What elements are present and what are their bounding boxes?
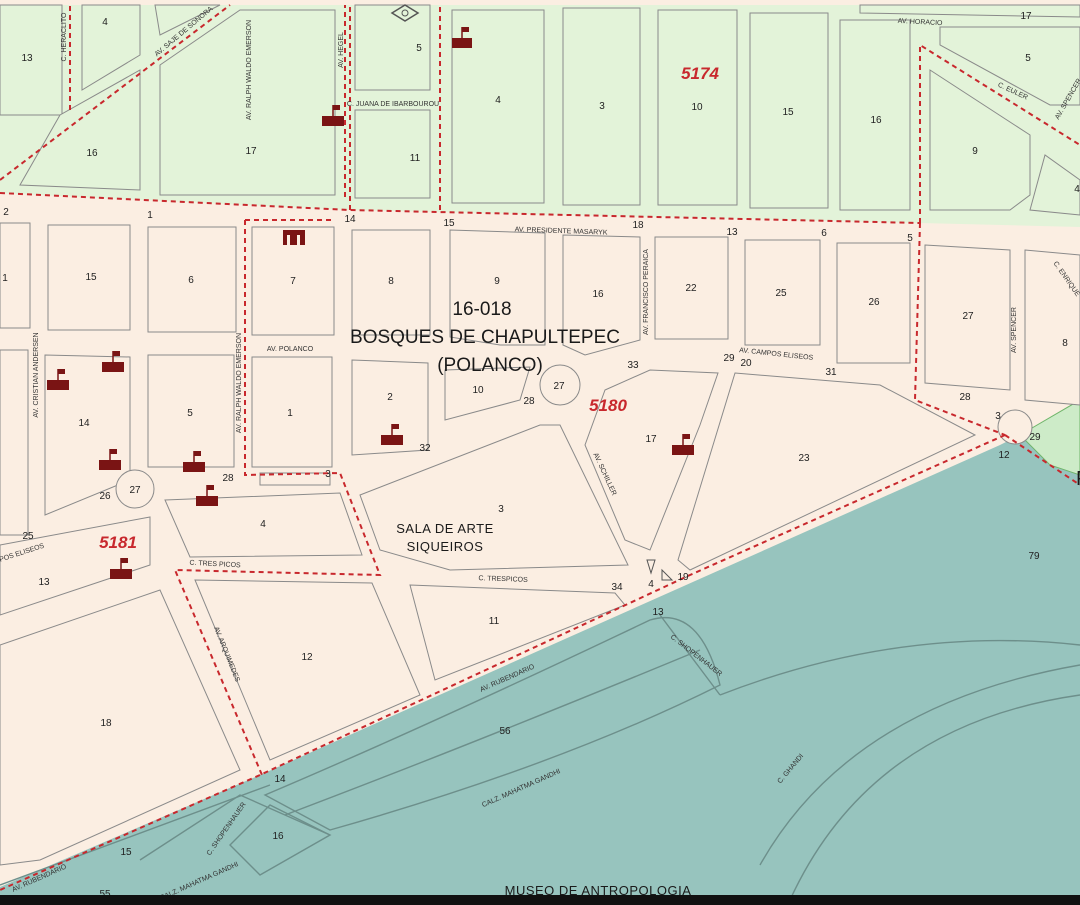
colony-code: 16-018 — [452, 299, 511, 320]
city-map: 13 4 16 17 5 11 4 3 10 15 16 17 5 9 4 1 … — [0, 4, 1080, 902]
street-number: 32 — [419, 443, 431, 454]
block-number: 16 — [86, 148, 98, 159]
street-number: 28 — [222, 473, 234, 484]
block-number: 12 — [301, 652, 313, 663]
street-name: AV. RALPH WALDO EMERSON — [246, 20, 253, 120]
street-number: 14 — [344, 214, 356, 225]
street-number: 15 — [120, 847, 132, 858]
block-number: 23 — [798, 453, 810, 464]
street-number: 15 — [443, 218, 455, 229]
block-number: 17 — [245, 146, 257, 157]
flag-icon — [196, 485, 218, 506]
block-number: 9 — [972, 146, 978, 157]
street-number: 18 — [632, 220, 644, 231]
block-number: 16 — [272, 831, 284, 842]
triangle-marker-icon — [646, 559, 656, 575]
zone-code: 5180 — [589, 396, 627, 415]
block-number: 6 — [188, 275, 194, 286]
block-number: 4 — [260, 519, 266, 530]
colony-name: BOSQUES DE CHAPULTEPEC — [350, 327, 620, 348]
street-number: 26 — [99, 491, 111, 502]
triangle-marker-icon — [661, 568, 674, 581]
zone-code: 5181 — [99, 533, 137, 552]
block-number: 1 — [2, 273, 8, 284]
zone-code: 5174 — [681, 64, 719, 83]
street-name: C. HERACLITO — [61, 12, 68, 61]
street-number: 13 — [652, 607, 664, 618]
block-number: 9 — [494, 276, 500, 287]
street-name: C. JUANA DE IBARBOUROU — [347, 101, 439, 108]
street-name: AV. HEGEL — [338, 32, 345, 68]
street-name: AV. CRISTIAN ANDERSEN — [33, 332, 40, 417]
block-number: 15 — [782, 107, 794, 118]
block-number: 26 — [868, 297, 880, 308]
block-number: 16 — [592, 289, 604, 300]
block-number: 27 — [553, 381, 565, 392]
poi-sala-arte-2: SIQUEIROS — [407, 539, 484, 554]
block-number: 4 — [1074, 184, 1080, 195]
museum-icon — [283, 230, 305, 245]
street-number: 13 — [726, 227, 738, 238]
street-number: 28 — [959, 392, 971, 403]
street-name: AV. SPENCER — [1011, 307, 1018, 353]
block-number: 13 — [21, 53, 33, 64]
colony-subname: (POLANCO) — [437, 355, 543, 376]
block-number: 56 — [499, 726, 511, 737]
block-number: 27 — [129, 485, 141, 496]
street-number: 3 — [995, 411, 1001, 422]
block-number: 2 — [387, 392, 393, 403]
street-number: 1 — [147, 210, 153, 221]
block-number: 5 — [1025, 53, 1031, 64]
block-number: 10 — [472, 385, 484, 396]
street-number: 12 — [998, 450, 1010, 461]
street-number: 5 — [907, 233, 913, 244]
street-number: 2 — [3, 207, 9, 218]
street-name: AV. RALPH WALDO EMERSON — [236, 333, 243, 433]
block-number: 14 — [78, 418, 90, 429]
block-number: 27 — [962, 311, 974, 322]
block-number: 79 — [1028, 551, 1040, 562]
edge-letter: P — [1076, 468, 1080, 490]
street-number: 28 — [523, 396, 535, 407]
block-number: 5 — [416, 43, 422, 54]
block-number: 22 — [685, 283, 697, 294]
street-number: 3 — [325, 469, 331, 480]
block-number: 11 — [410, 153, 421, 164]
block-number: 18 — [100, 718, 112, 729]
street-number: 19 — [677, 572, 689, 583]
street-number: 34 — [611, 582, 623, 593]
street-number: 25 — [22, 531, 34, 542]
block-number: 8 — [388, 276, 394, 287]
street-number: 6 — [821, 228, 827, 239]
block-number: 7 — [290, 276, 296, 287]
street-number: 14 — [274, 774, 286, 785]
block-number: 11 — [489, 616, 500, 627]
block-number: 17 — [1020, 11, 1032, 22]
street-name: AV. POLANCO — [267, 346, 314, 353]
block-number: 4 — [495, 95, 501, 106]
block-number: 5 — [187, 408, 193, 419]
poi-sala-arte: SALA DE ARTE — [396, 521, 494, 536]
block-number: 29 — [1029, 432, 1041, 443]
street-name: C. TRESPICOS — [478, 575, 528, 584]
street-number: 31 — [825, 367, 837, 378]
block-number: 1 — [287, 408, 293, 419]
street-number: 33 — [627, 360, 639, 371]
block-number: 3 — [599, 101, 605, 112]
street-number: 20 — [740, 358, 752, 369]
street-number: 4 — [648, 579, 654, 590]
block-number: 25 — [775, 288, 787, 299]
block-number: 15 — [85, 272, 97, 283]
block-number: 4 — [102, 17, 108, 28]
bottom-bar — [0, 895, 1080, 905]
street-name: AV. FRANCISCO PERAICA — [643, 249, 650, 335]
block-number: 10 — [691, 102, 703, 113]
street-name: C. TRES PICOS — [189, 560, 241, 570]
block-number: 16 — [870, 115, 882, 126]
block-number: 3 — [498, 504, 504, 515]
block-number: 13 — [38, 577, 50, 588]
block-number: 8 — [1062, 338, 1068, 349]
street-number: 29 — [723, 353, 735, 364]
block-number: 17 — [645, 434, 657, 445]
